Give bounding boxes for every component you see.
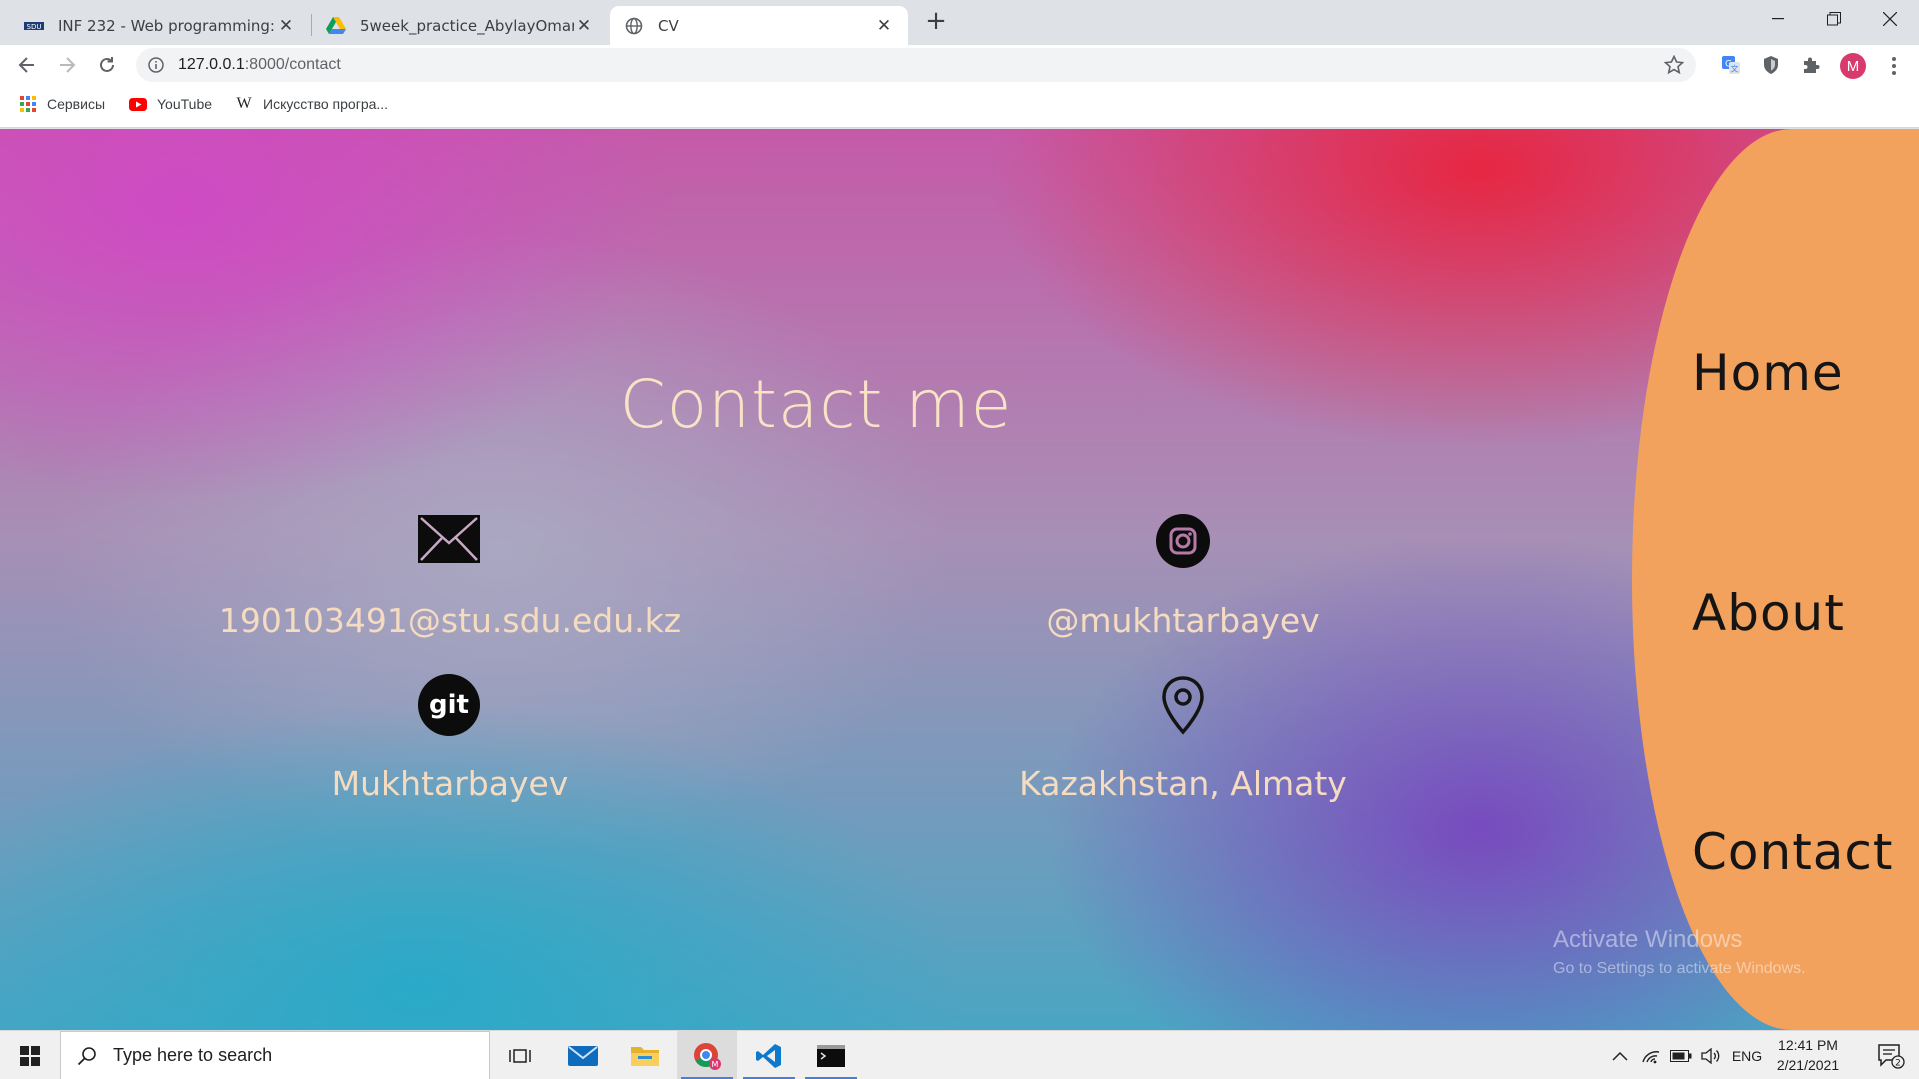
browser-toolbar: 127.0.0.1:8000/contact G文 M <box>0 45 1919 85</box>
forward-button[interactable] <box>51 49 83 81</box>
bookmark-label: Искусство програ... <box>263 96 389 112</box>
bookmark-youtube[interactable]: YouTube <box>129 95 212 113</box>
tab-cv[interactable]: CV ✕ <box>610 6 908 45</box>
bookmarks-bar: Сервисы YouTube W Искусство програ... <box>0 85 1919 128</box>
watermark-title: Activate Windows <box>1553 926 1743 953</box>
language-indicator[interactable]: ENG <box>1727 1031 1767 1079</box>
bookmark-wikipedia[interactable]: W Искусство програ... <box>235 95 388 113</box>
back-button[interactable] <box>11 49 43 81</box>
google-drive-icon <box>326 16 346 36</box>
battery-icon[interactable] <box>1667 1031 1695 1079</box>
notification-center-icon[interactable]: 2 <box>1866 1031 1916 1079</box>
shield-extension-icon[interactable] <box>1758 52 1784 78</box>
tab-label: CV <box>658 16 679 35</box>
contact-email[interactable]: 190103491@stu.sdu.edu.kz <box>180 601 720 640</box>
svg-text:M: M <box>712 1060 719 1069</box>
extensions-puzzle-icon[interactable] <box>1798 52 1824 78</box>
profile-avatar[interactable]: M <box>1840 53 1866 79</box>
minimize-button[interactable] <box>1750 0 1806 38</box>
instagram-icon <box>1155 513 1211 569</box>
taskbar-clock[interactable]: 12:41 PM 2/21/2021 <box>1768 1035 1848 1075</box>
wifi-icon[interactable] <box>1637 1031 1665 1079</box>
bookmark-star-icon[interactable] <box>1663 54 1685 79</box>
chrome-taskbar-icon[interactable]: M <box>677 1031 737 1079</box>
search-placeholder: Type here to search <box>113 1045 273 1065</box>
terminal-taskbar-icon[interactable] <box>801 1031 861 1079</box>
tray-chevron-up-icon[interactable] <box>1605 1031 1635 1079</box>
clock-date: 2/21/2021 <box>1776 1057 1840 1073</box>
tab-inf232[interactable]: SDU INF 232 - Web programming: ba ✕ <box>10 6 310 45</box>
tab-strip: SDU INF 232 - Web programming: ba ✕ 5wee… <box>0 0 1919 45</box>
activate-windows-watermark: Activate Windows Go to Settings to activ… <box>1553 926 1806 978</box>
close-window-button[interactable] <box>1862 0 1918 38</box>
svg-text:文: 文 <box>1731 64 1739 74</box>
globe-icon <box>624 16 644 36</box>
nav-about-link[interactable]: About <box>1692 584 1845 642</box>
apps-grid-icon <box>19 95 37 113</box>
mail-app-icon[interactable] <box>553 1031 613 1079</box>
file-explorer-icon[interactable] <box>615 1031 675 1079</box>
windows-start-icon[interactable] <box>0 1031 60 1079</box>
site-info-icon[interactable] <box>148 57 164 77</box>
nav-contact-link[interactable]: Contact <box>1692 823 1894 881</box>
browser-menu-icon[interactable] <box>1884 53 1904 79</box>
volume-icon[interactable] <box>1697 1031 1725 1079</box>
contact-git[interactable]: Mukhtarbayev <box>180 764 720 803</box>
url-path: :8000/contact <box>244 56 341 73</box>
reload-button[interactable] <box>91 49 123 81</box>
nav-home-link[interactable]: Home <box>1692 344 1844 402</box>
close-icon[interactable]: ✕ <box>574 16 594 36</box>
new-tab-button[interactable]: + <box>922 8 950 36</box>
git-icon-text: git <box>429 690 469 720</box>
notification-count: 2 <box>1895 1058 1901 1068</box>
youtube-icon <box>129 95 147 113</box>
close-icon[interactable]: ✕ <box>874 16 894 36</box>
taskbar-search-box[interactable]: Type here to search <box>60 1031 490 1079</box>
tab-drive-video[interactable]: 5week_practice_AbylayOmar.mp4 ✕ <box>312 6 608 45</box>
vscode-taskbar-icon[interactable] <box>739 1031 799 1079</box>
bookmark-label: Сервисы <box>47 96 106 112</box>
tab-label: 5week_practice_AbylayOmar.mp4 <box>360 16 574 35</box>
contact-page: Contact me 190103491@stu.sdu.edu.kz @muk… <box>0 129 1919 1030</box>
envelope-icon <box>416 514 482 564</box>
bookmark-services[interactable]: Сервисы <box>19 95 105 113</box>
svg-text:SDU: SDU <box>27 23 42 31</box>
task-view-icon[interactable] <box>490 1031 550 1079</box>
bookmark-label: YouTube <box>157 96 213 112</box>
url-host: 127.0.0.1 <box>178 56 245 73</box>
restore-button[interactable] <box>1806 0 1862 38</box>
tab-label: INF 232 - Web programming: ba <box>58 16 276 35</box>
map-pin-icon <box>1158 674 1208 736</box>
clock-time: 12:41 PM <box>1778 1037 1838 1053</box>
address-bar[interactable]: 127.0.0.1:8000/contact <box>136 48 1696 82</box>
search-icon <box>75 1044 99 1068</box>
page-title: Contact me <box>619 366 1013 443</box>
url-text: 127.0.0.1:8000/contact <box>178 56 341 74</box>
contact-location: Kazakhstan, Almaty <box>1019 764 1347 803</box>
git-icon: git <box>417 673 481 737</box>
google-translate-icon[interactable]: G文 <box>1718 52 1744 78</box>
side-nav-panel: Home About Contact <box>1632 129 1919 1030</box>
contact-instagram[interactable]: @mukhtarbayev <box>930 601 1436 640</box>
close-icon[interactable]: ✕ <box>276 16 296 36</box>
watermark-subtitle: Go to Settings to activate Windows. <box>1553 960 1806 977</box>
wikipedia-icon: W <box>236 95 252 112</box>
windows-taskbar: Type here to search M ENG 12:41 PM 2/21/… <box>0 1030 1919 1079</box>
sdu-favicon: SDU <box>24 16 44 36</box>
